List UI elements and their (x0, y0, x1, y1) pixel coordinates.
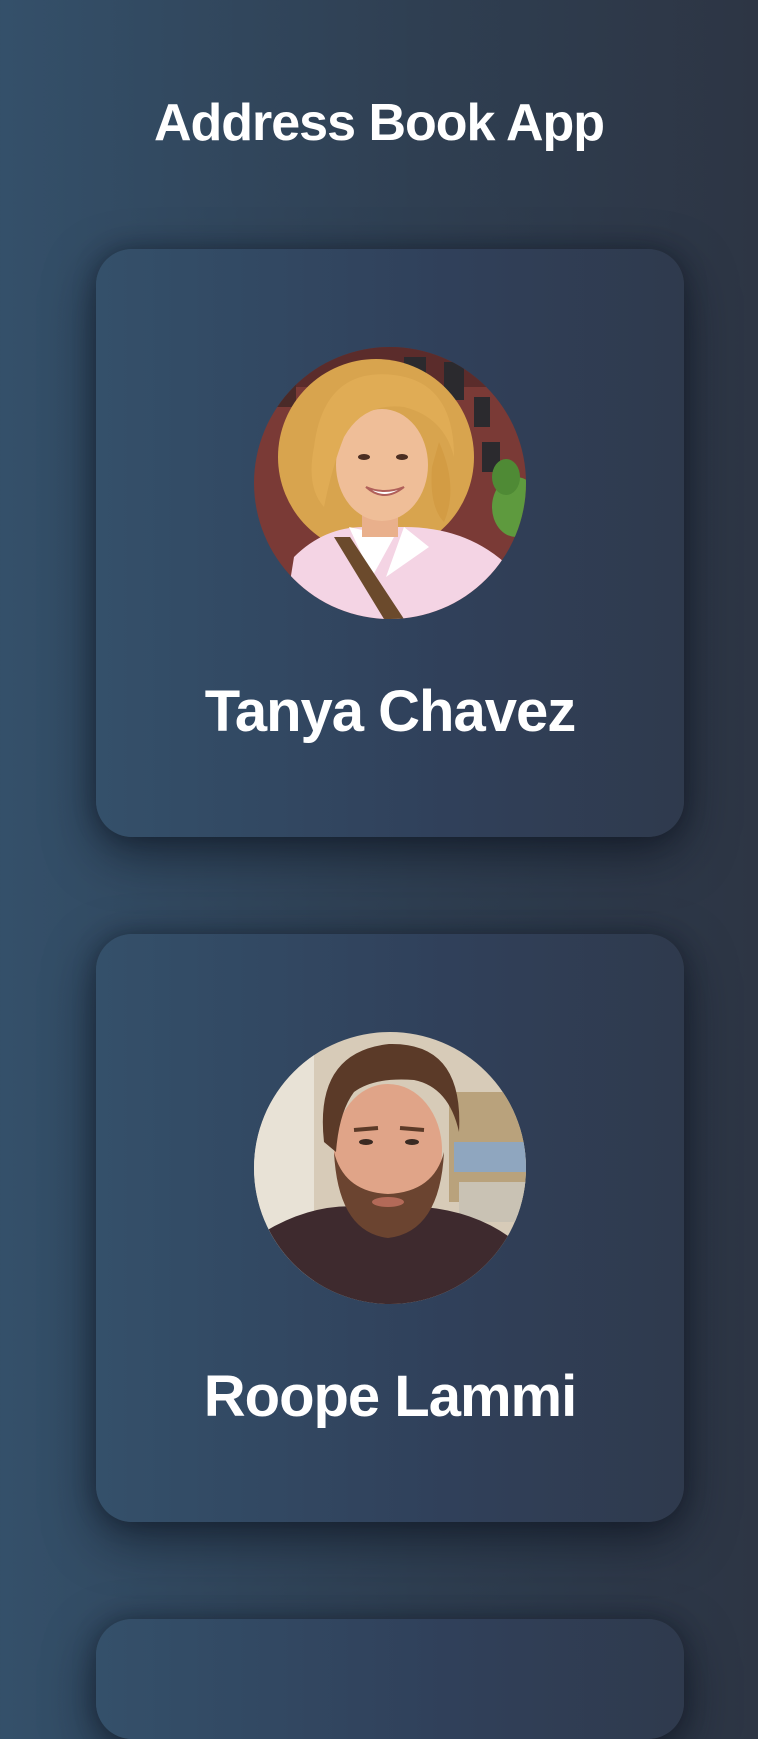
contact-card[interactable]: Tanya Chavez (96, 249, 684, 837)
contact-card[interactable] (96, 1619, 684, 1739)
page-title: Address Book App (153, 94, 605, 152)
avatar (254, 1032, 526, 1304)
contact-card[interactable]: Roope Lammi (96, 934, 684, 1522)
contact-photo-icon (254, 1032, 526, 1304)
contact-name: Roope Lammi (203, 1364, 578, 1429)
contact-name: Tanya Chavez (204, 679, 577, 744)
contact-photo-icon (254, 347, 526, 619)
avatar (254, 347, 526, 619)
